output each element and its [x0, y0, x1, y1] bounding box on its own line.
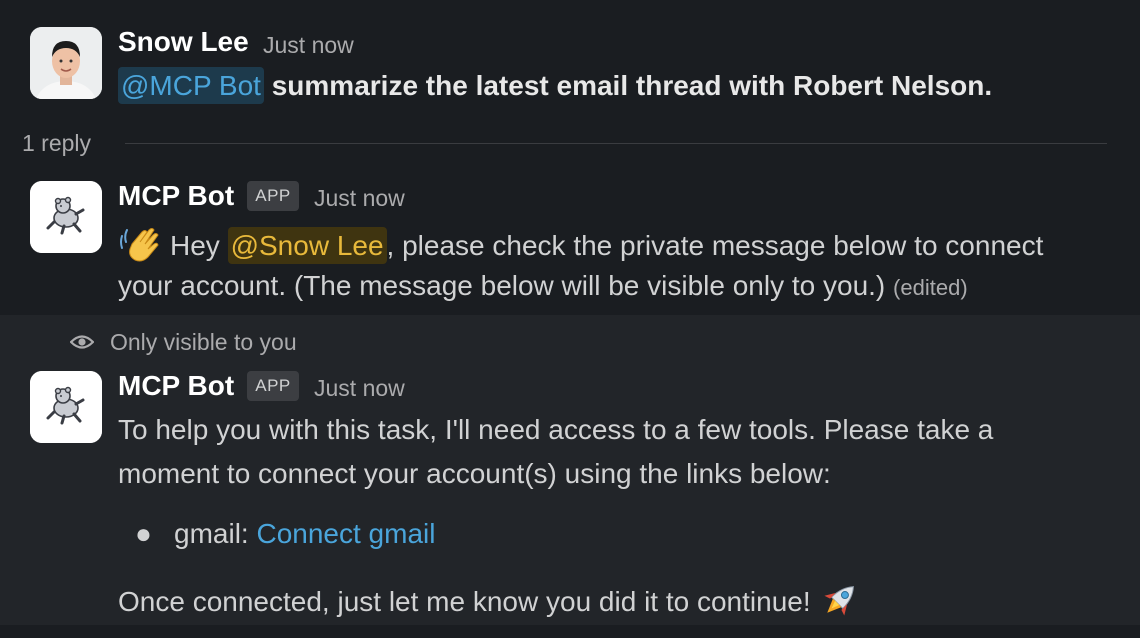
bot-avatar[interactable] [30, 371, 102, 443]
thread-divider [125, 143, 1107, 144]
message-text-line-1: To help you with this task, I'll need ac… [118, 414, 994, 445]
closing-line: Once connected, just let me know you did… [118, 578, 862, 629]
reply-count[interactable]: 1 reply [22, 130, 91, 157]
author-name[interactable]: Snow Lee [118, 26, 249, 58]
app-badge: APP [247, 371, 299, 401]
timestamp[interactable]: Just now [314, 375, 405, 402]
self-mention[interactable]: @Snow Lee [227, 226, 387, 264]
message-text-line-1: Hey @Snow Lee, please check the private … [118, 224, 1043, 271]
message-text-line-2: moment to connect your account(s) using … [118, 458, 831, 489]
person-avatar-icon [30, 27, 102, 99]
message-body: summarize the latest email thread with R… [271, 70, 993, 101]
bot-avatar[interactable] [30, 181, 102, 253]
bullet-dot: ● [135, 518, 152, 549]
timestamp[interactable]: Just now [314, 185, 405, 212]
user-avatar[interactable] [30, 27, 102, 99]
rocket-icon [818, 578, 862, 629]
connect-gmail-link[interactable]: Connect gmail [256, 518, 435, 549]
waving-hand-icon [118, 224, 164, 271]
bot-mention[interactable]: @MCP Bot [118, 67, 264, 104]
bullet-item: gmail: Connect gmail [174, 518, 435, 550]
author-name[interactable]: MCP Bot [118, 370, 234, 402]
edited-label: (edited) [893, 275, 968, 300]
visibility-notice-text: Only visible to you [110, 329, 297, 355]
message-body-part-1: , please check the private message below… [386, 229, 1044, 261]
visibility-notice: Only visible to you [69, 329, 297, 357]
greeting: Hey [170, 229, 220, 261]
closing-text: Once connected, just let me know you did… [118, 585, 811, 617]
bullet-label: gmail: [174, 518, 249, 549]
app-badge: APP [247, 181, 299, 211]
timestamp[interactable]: Just now [263, 32, 354, 59]
author-name[interactable]: MCP Bot [118, 180, 234, 212]
message-text: @MCP Bot summarize the latest email thre… [118, 67, 993, 104]
running-bear-icon [30, 181, 102, 253]
message-body-part-2: your account. (The message below will be… [118, 270, 886, 301]
running-bear-icon [30, 371, 102, 443]
message-text-line-2: your account. (The message below will be… [118, 270, 968, 302]
eye-icon [69, 330, 95, 357]
